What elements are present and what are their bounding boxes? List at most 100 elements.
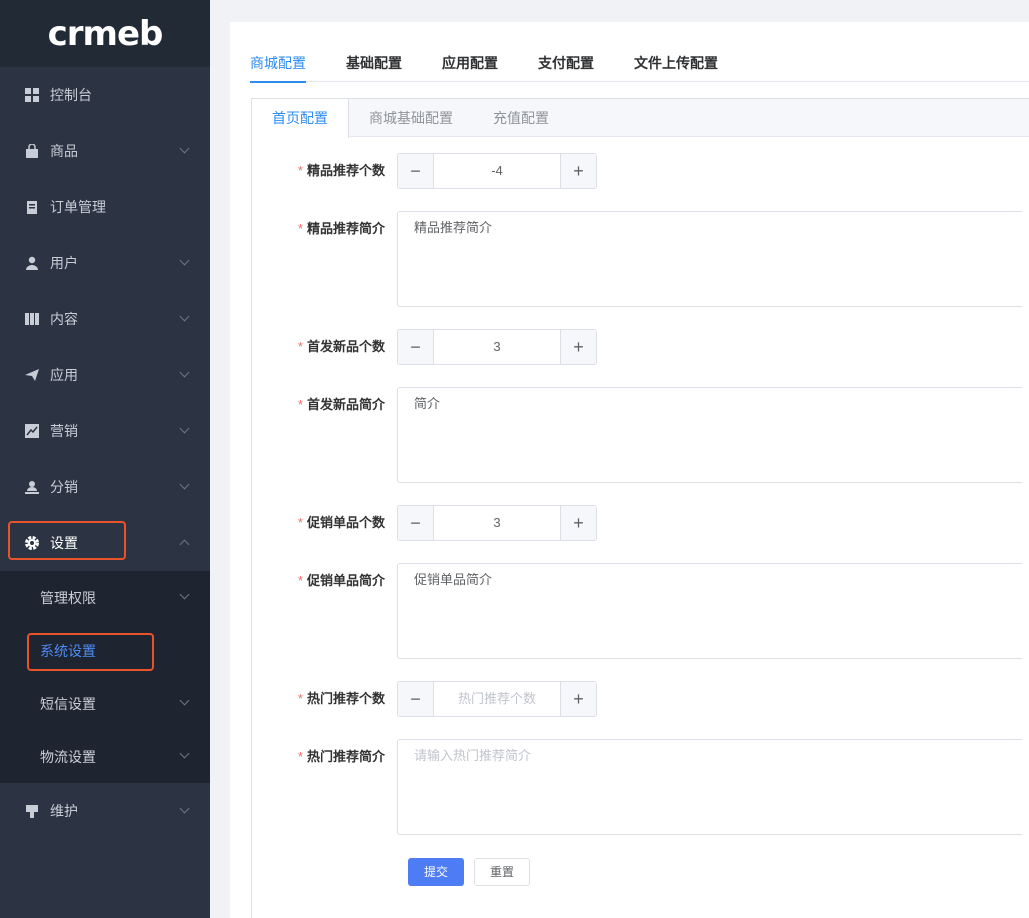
- decrement-button[interactable]: −: [398, 506, 434, 540]
- subtab-mall-basic-config[interactable]: 商城基础配置: [349, 99, 473, 136]
- chevron-down-icon: [179, 748, 190, 759]
- top-tabs: 商城配置 基础配置 应用配置 支付配置 文件上传配置: [250, 54, 1029, 83]
- form-label: * 首发新品简介: [297, 397, 385, 412]
- promo-intro-textarea[interactable]: 促销单品简介: [397, 563, 1022, 659]
- user-icon: [24, 255, 40, 271]
- required-mark: *: [297, 397, 303, 412]
- sidebar-item-maintenance[interactable]: 维护: [0, 783, 210, 839]
- featured-count-input[interactable]: -4: [434, 154, 560, 188]
- subtab-home-config[interactable]: 首页配置: [252, 99, 349, 138]
- sidebar-item-dashboard[interactable]: 控制台: [0, 67, 210, 123]
- chevron-down-icon: [179, 695, 190, 706]
- chevron-down-icon: [179, 589, 190, 600]
- sidebar-item-products[interactable]: 商品: [0, 123, 210, 179]
- form-row-promo-intro: * 促销单品简介 促销单品简介: [252, 563, 1022, 659]
- hot-count-input[interactable]: 热门推荐个数: [434, 682, 560, 716]
- form-label: * 热门推荐简介: [297, 749, 385, 764]
- featured-intro-textarea[interactable]: 精品推荐简介: [397, 211, 1022, 307]
- chevron-down-icon: [179, 255, 190, 266]
- sub-tabs: 首页配置 商城基础配置 充值配置: [252, 99, 1029, 138]
- shopping-bag-icon: [24, 143, 40, 159]
- required-mark: *: [297, 339, 303, 354]
- form-label: * 首发新品个数: [297, 339, 385, 354]
- form-label: * 精品推荐简介: [297, 221, 385, 236]
- sidebar-item-distribution[interactable]: 分销: [0, 459, 210, 515]
- hot-count-stepper: − 热门推荐个数 +: [397, 681, 597, 717]
- submenu-item-logistics-settings[interactable]: 物流设置: [0, 730, 210, 783]
- required-mark: *: [297, 221, 303, 236]
- chevron-down-icon: [179, 803, 190, 814]
- required-mark: *: [297, 163, 303, 178]
- new-count-input[interactable]: 3: [434, 330, 560, 364]
- dashboard-icon: [24, 87, 40, 103]
- tab-payment-config[interactable]: 支付配置: [538, 54, 594, 82]
- decrement-button[interactable]: −: [398, 330, 434, 364]
- hot-intro-textarea[interactable]: 请输入热门推荐简介: [397, 739, 1022, 835]
- chart-icon: [24, 423, 40, 439]
- subtab-recharge-config[interactable]: 充值配置: [473, 99, 569, 136]
- sidebar-item-users[interactable]: 用户: [0, 235, 210, 291]
- tab-mall-config[interactable]: 商城配置: [250, 54, 306, 83]
- tab-basic-config[interactable]: 基础配置: [346, 54, 402, 82]
- distribution-user-icon: [24, 479, 40, 495]
- new-intro-textarea[interactable]: 简介: [397, 387, 1022, 483]
- sidebar-item-settings[interactable]: 设置: [0, 515, 210, 571]
- required-mark: *: [297, 573, 303, 588]
- required-mark: *: [297, 749, 303, 764]
- sidebar-item-marketing[interactable]: 营销: [0, 403, 210, 459]
- form-row-hot-count: * 热门推荐个数 − 热门推荐个数 +: [252, 681, 597, 717]
- sidebar-item-label: 维护: [50, 803, 78, 819]
- increment-button[interactable]: +: [560, 506, 596, 540]
- sidebar-item-label: 分销: [50, 479, 78, 495]
- logo[interactable]: crmeb: [0, 0, 210, 67]
- sidebar-item-orders[interactable]: 订单管理: [0, 179, 210, 235]
- submenu-item-sms-settings[interactable]: 短信设置: [0, 677, 210, 730]
- required-mark: *: [297, 691, 303, 706]
- form-row-new-count: * 首发新品个数 − 3 +: [252, 329, 597, 365]
- decrement-button[interactable]: −: [398, 682, 434, 716]
- submenu-item-permissions[interactable]: 管理权限: [0, 571, 210, 624]
- form-row-featured-count: * 精品推荐个数 − -4 +: [252, 153, 597, 189]
- form-row-promo-count: * 促销单品个数 − 3 +: [252, 505, 597, 541]
- maintenance-icon: [24, 803, 40, 819]
- featured-count-stepper: − -4 +: [397, 153, 597, 189]
- submenu-item-label: 管理权限: [40, 589, 96, 606]
- submenu-item-label: 短信设置: [40, 695, 96, 712]
- sidebar-item-label: 设置: [50, 535, 78, 551]
- chevron-down-icon: [179, 311, 190, 322]
- clipboard-icon: [24, 199, 40, 215]
- gear-icon: [24, 535, 40, 551]
- new-count-stepper: − 3 +: [397, 329, 597, 365]
- sidebar-item-content[interactable]: 内容: [0, 291, 210, 347]
- form-row-featured-intro: * 精品推荐简介 精品推荐简介: [252, 211, 1022, 307]
- decrement-button[interactable]: −: [398, 154, 434, 188]
- submenu-item-label: 系统设置: [40, 642, 96, 659]
- settings-submenu: 管理权限 系统设置 短信设置 物流设置: [0, 571, 210, 783]
- increment-button[interactable]: +: [560, 154, 596, 188]
- increment-button[interactable]: +: [560, 330, 596, 364]
- submit-button[interactable]: 提交: [408, 858, 464, 886]
- required-mark: *: [297, 515, 303, 530]
- config-panel: 首页配置 商城基础配置 充值配置 * 精品推荐个数 − -4 + * 精品推荐简介 …: [251, 98, 1029, 918]
- main-card: 商城配置 基础配置 应用配置 支付配置 文件上传配置 首页配置 商城基础配置 充…: [230, 22, 1029, 918]
- chevron-down-icon: [179, 367, 190, 378]
- chevron-down-icon: [179, 479, 190, 490]
- submenu-item-system-settings[interactable]: 系统设置: [0, 624, 210, 677]
- form-label: * 促销单品个数: [297, 515, 385, 530]
- book-icon: [24, 311, 40, 327]
- sidebar-item-apps[interactable]: 应用: [0, 347, 210, 403]
- form-label: * 精品推荐个数: [297, 163, 385, 178]
- sidebar-item-label: 控制台: [50, 87, 92, 103]
- promo-count-stepper: − 3 +: [397, 505, 597, 541]
- promo-count-input[interactable]: 3: [434, 506, 560, 540]
- sidebar-item-label: 营销: [50, 423, 78, 439]
- tab-app-config[interactable]: 应用配置: [442, 54, 498, 82]
- chevron-down-icon: [179, 423, 190, 434]
- form-label: * 热门推荐个数: [297, 691, 385, 706]
- tab-upload-config[interactable]: 文件上传配置: [634, 54, 718, 82]
- reset-button[interactable]: 重置: [474, 858, 530, 886]
- sidebar-item-label: 应用: [50, 367, 78, 383]
- increment-button[interactable]: +: [560, 682, 596, 716]
- sidebar: crmeb 控制台 商品 订单管理 用户 内容 应用 营销 分销 设置 管理权限…: [0, 0, 210, 918]
- logo-text: crmeb: [47, 13, 164, 54]
